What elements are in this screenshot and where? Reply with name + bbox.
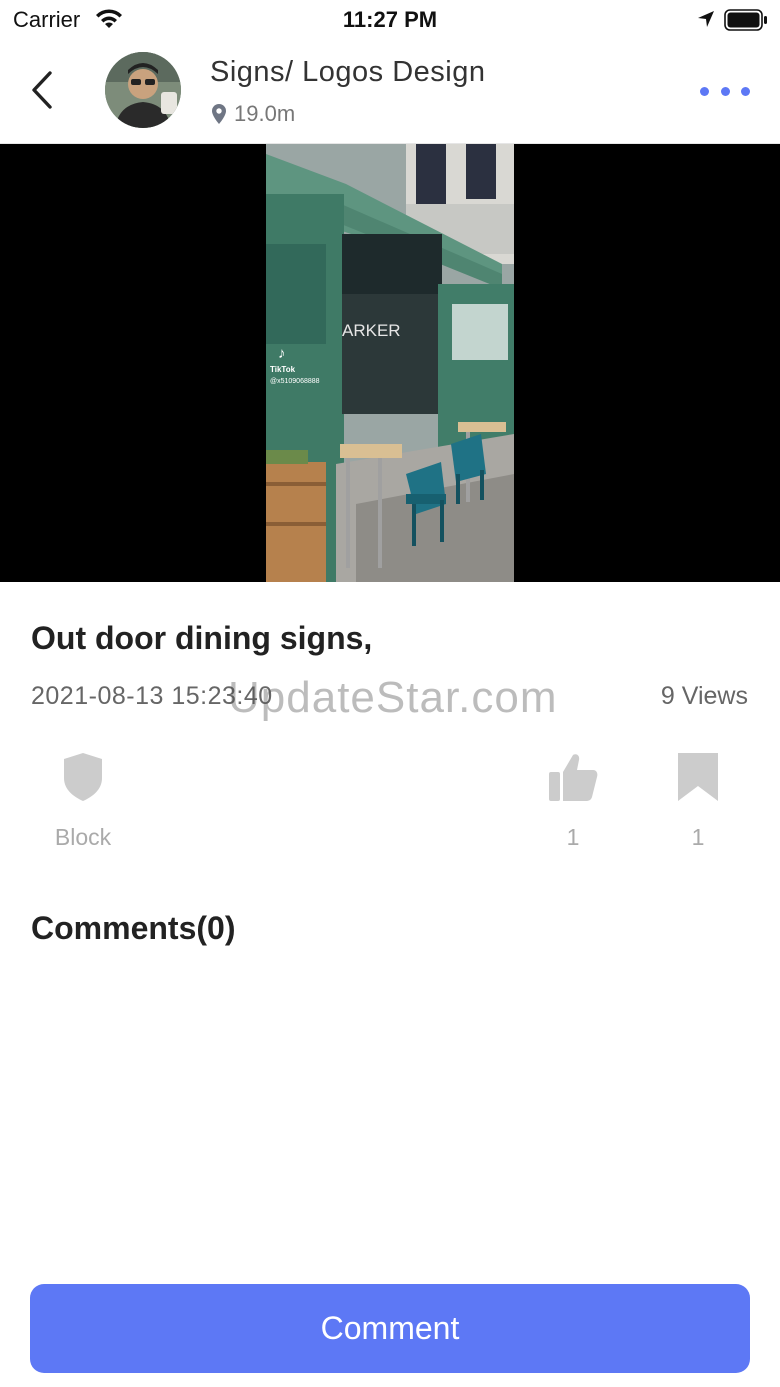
- location-pin-icon: [212, 104, 226, 124]
- more-dot-icon: [741, 86, 750, 96]
- battery-icon: [724, 9, 767, 31]
- avatar-photo: [105, 52, 181, 128]
- post-media[interactable]: ARKER ♪ TikTok @x5109068888: [0, 144, 780, 582]
- post-title: Out door dining signs,: [31, 620, 373, 656]
- more-dot-icon: [720, 86, 730, 96]
- bookmark-icon: [678, 753, 718, 801]
- window-sign-text: ARKER: [342, 321, 401, 340]
- bookmark-count: 1: [691, 824, 705, 850]
- tiktok-brand-label: TikTok: [270, 365, 296, 374]
- more-dot-icon: [700, 86, 709, 96]
- tiktok-handle-label: @x5109068888: [270, 378, 320, 385]
- distance-info: 19.0m: [210, 100, 295, 128]
- post-views: 9 Views: [660, 682, 748, 710]
- like-button[interactable]: 1: [540, 752, 606, 851]
- status-bar: Carrier 11:27 PM: [0, 0, 780, 40]
- block-button[interactable]: Block: [40, 752, 126, 851]
- comments-heading: Comments(0): [31, 910, 236, 946]
- more-options-button[interactable]: [700, 80, 750, 102]
- location-arrow-icon: [698, 11, 714, 27]
- storefront-image: ARKER ♪ TikTok @x5109068888: [266, 144, 514, 582]
- block-label: Block: [54, 824, 112, 850]
- bookmark-button[interactable]: 1: [666, 752, 730, 851]
- page-title: Signs/ Logos Design: [210, 56, 486, 88]
- back-button[interactable]: [22, 68, 62, 112]
- nav-header: Signs/ Logos Design 19.0m: [0, 40, 780, 144]
- thumbs-up-icon: [549, 754, 598, 801]
- status-time: 11:27 PM: [342, 7, 438, 32]
- shield-icon: [64, 753, 102, 801]
- like-count: 1: [566, 824, 580, 850]
- watermark-text: UpdateStar.com: [228, 673, 558, 722]
- chevron-left-icon: [32, 71, 52, 109]
- user-avatar[interactable]: [105, 52, 181, 128]
- comment-button[interactable]: Comment: [30, 1284, 750, 1373]
- video-thumbnail[interactable]: ARKER ♪ TikTok @x5109068888: [266, 144, 514, 582]
- distance-label: 19.0m: [234, 101, 296, 126]
- tiktok-logo-icon: ♪: [278, 345, 286, 362]
